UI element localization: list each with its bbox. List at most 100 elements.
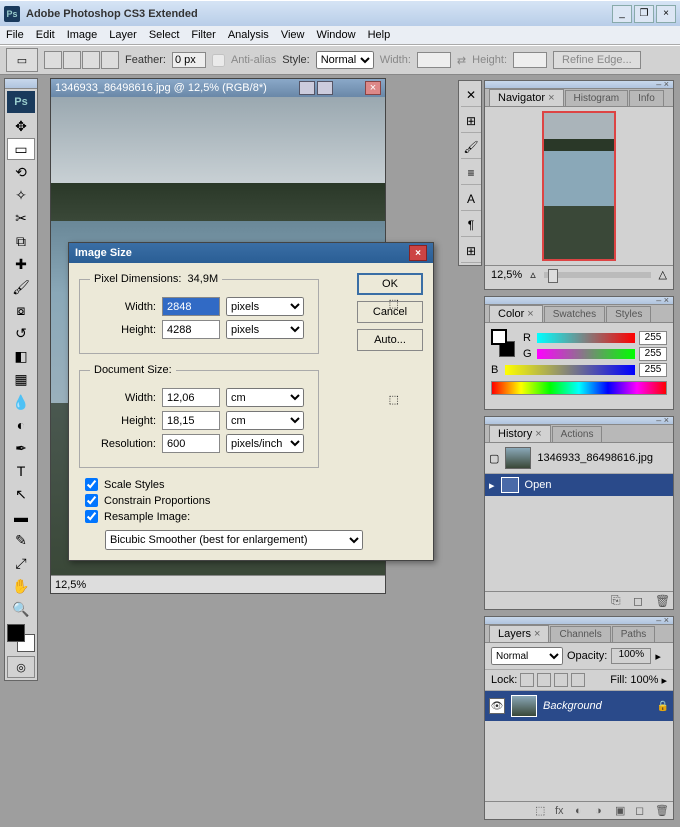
quickmask-icon[interactable]: ◎ (7, 656, 35, 678)
feather-input[interactable] (172, 52, 206, 68)
resample-checkbox[interactable] (85, 510, 98, 523)
auto-button[interactable]: Auto... (357, 329, 423, 351)
opacity-flyout-icon[interactable]: ▸ (655, 650, 661, 663)
doc-minimize-button[interactable] (299, 81, 315, 95)
menu-select[interactable]: Select (149, 29, 180, 41)
slice-tool-icon[interactable]: ⧉ (7, 230, 35, 252)
lock-pixels-icon[interactable] (537, 673, 551, 687)
tab-navigator[interactable]: Navigator× (489, 89, 564, 106)
path-tool-icon[interactable]: ↖ (7, 483, 35, 505)
brush-tool-icon[interactable]: 🖌 (7, 276, 35, 298)
minimize-button[interactable]: _ (612, 5, 632, 23)
panel-header[interactable] (485, 417, 673, 425)
fill-value[interactable]: 100% (630, 674, 658, 686)
tab-history[interactable]: History× (489, 425, 551, 442)
blend-mode-select[interactable]: Normal (491, 647, 563, 665)
menu-analysis[interactable]: Analysis (228, 29, 269, 41)
px-height-input[interactable] (162, 320, 220, 339)
menu-file[interactable]: File (6, 29, 24, 41)
menu-view[interactable]: View (281, 29, 305, 41)
menu-window[interactable]: Window (316, 29, 355, 41)
nav-zoom-value[interactable]: 12,5% (491, 269, 522, 281)
resample-method-select[interactable]: Bicubic Smoother (best for enlargement) (105, 530, 363, 550)
visibility-icon[interactable]: 👁 (489, 698, 505, 714)
resolution-input[interactable] (162, 434, 220, 453)
stamp-tool-icon[interactable]: ⧇ (7, 299, 35, 321)
doc-height-unit[interactable]: cm (226, 411, 304, 430)
constrain-checkbox[interactable] (85, 494, 98, 507)
tab-styles[interactable]: Styles (606, 306, 651, 322)
sel-intersect-icon[interactable] (101, 51, 119, 69)
doc-close-button[interactable]: × (365, 81, 381, 95)
link-icon[interactable]: ⬚ (389, 297, 399, 310)
dock-icon-2[interactable]: ⊞ (461, 109, 481, 133)
g-slider[interactable] (537, 349, 635, 359)
menu-help[interactable]: Help (368, 29, 391, 41)
heal-tool-icon[interactable]: ✚ (7, 253, 35, 275)
tab-channels[interactable]: Channels (550, 626, 610, 642)
group-icon[interactable]: ▣ (615, 804, 629, 817)
dock-icon-5[interactable]: A (461, 187, 481, 211)
tab-paths[interactable]: Paths (612, 626, 656, 642)
dock-icon-7[interactable]: ⊞ (461, 239, 481, 263)
lock-transparency-icon[interactable] (520, 673, 534, 687)
px-width-unit[interactable]: pixels (226, 297, 304, 316)
new-doc-icon[interactable]: ⎘ (611, 593, 625, 608)
delete-layer-icon[interactable]: 🗑 (655, 804, 669, 817)
r-value[interactable]: 255 (639, 331, 667, 345)
hand-tool-icon[interactable]: ✋ (7, 575, 35, 597)
panel-header[interactable] (485, 297, 673, 305)
doc-width-unit[interactable]: cm (226, 388, 304, 407)
new-snapshot-icon[interactable]: ◻ (633, 594, 647, 608)
px-height-unit[interactable]: pixels (226, 320, 304, 339)
zoom-slider[interactable] (544, 272, 651, 278)
tab-info[interactable]: Info (629, 90, 664, 106)
dialog-titlebar[interactable]: Image Size × (69, 243, 433, 263)
panel-header[interactable] (485, 617, 673, 625)
menu-image[interactable]: Image (67, 29, 98, 41)
dialog-close-button[interactable]: × (409, 245, 427, 261)
marquee-tool-icon[interactable]: ▭ (7, 138, 35, 160)
color-swatches[interactable] (7, 624, 35, 652)
zoom-in-icon[interactable]: △ (659, 268, 667, 281)
zoom-value[interactable]: 12,5% (55, 579, 86, 591)
type-tool-icon[interactable]: T (7, 460, 35, 482)
panel-header[interactable] (485, 81, 673, 89)
link-layers-icon[interactable]: ⬚ (535, 804, 549, 817)
color-ramp[interactable] (491, 381, 667, 395)
menu-edit[interactable]: Edit (36, 29, 55, 41)
history-brush-tool-icon[interactable]: ↺ (7, 322, 35, 344)
adjustment-icon[interactable]: ◑ (595, 805, 609, 817)
lock-all-icon[interactable] (571, 673, 585, 687)
history-state-open[interactable]: ▸ Open (485, 474, 673, 496)
gradient-tool-icon[interactable]: ▦ (7, 368, 35, 390)
lasso-tool-icon[interactable]: ⟲ (7, 161, 35, 183)
new-layer-icon[interactable]: ◻ (635, 804, 649, 817)
zoom-tool-icon[interactable]: 🔍 (7, 598, 35, 620)
fill-flyout-icon[interactable]: ▸ (661, 674, 667, 687)
sel-new-icon[interactable] (44, 51, 62, 69)
dock-icon-4[interactable]: ≡ (461, 161, 481, 185)
menu-filter[interactable]: Filter (191, 29, 215, 41)
b-slider[interactable] (505, 365, 635, 375)
tab-actions[interactable]: Actions (552, 426, 603, 442)
mask-icon[interactable]: ◐ (575, 805, 589, 817)
wand-tool-icon[interactable]: ✧ (7, 184, 35, 206)
shape-tool-icon[interactable]: ▬ (7, 506, 35, 528)
move-tool-icon[interactable]: ✥ (7, 115, 35, 137)
crop-tool-icon[interactable]: ✂ (7, 207, 35, 229)
style-select[interactable]: Normal (316, 51, 374, 69)
opacity-value[interactable]: 100% (611, 648, 651, 664)
document-titlebar[interactable]: 1346933_86498616.jpg @ 12,5% (RGB/8*) × (51, 79, 385, 97)
doc-height-input[interactable] (162, 411, 220, 430)
current-tool-icon[interactable]: ▭ (6, 48, 38, 72)
link-icon-2[interactable]: ⬚ (389, 393, 399, 406)
menu-layer[interactable]: Layer (109, 29, 137, 41)
tab-layers[interactable]: Layers× (489, 625, 549, 642)
sel-sub-icon[interactable] (82, 51, 100, 69)
lock-position-icon[interactable] (554, 673, 568, 687)
layer-background[interactable]: 👁 Background 🔒 (485, 691, 673, 721)
layer-name[interactable]: Background (543, 700, 602, 712)
dock-icon-3[interactable]: 🖌 (461, 135, 481, 159)
history-snapshot[interactable]: ▢ 1346933_86498616.jpg (485, 443, 673, 474)
